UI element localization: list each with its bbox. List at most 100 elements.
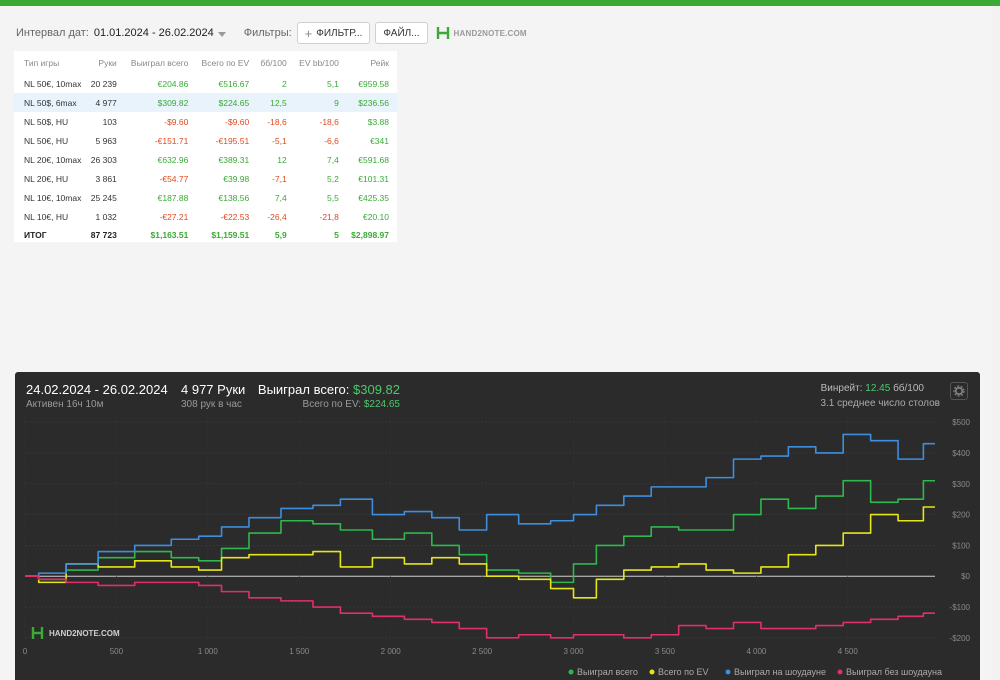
table-header-row: Тип игры Руки Выиграл всего Всего по EV бб/1… [14, 51, 397, 74]
column-header[interactable]: Руки [88, 51, 125, 74]
table-cell-bb100: -7,1 [272, 173, 287, 184]
table-cell-rake: €101.31 [358, 173, 389, 184]
y-tick-label: $500 [952, 418, 970, 427]
table-cell-game: NL 20€, HU [24, 173, 69, 184]
series-line-0 [25, 479, 935, 584]
table-cell-game: NL 50€, HU [24, 135, 69, 146]
table-cell-evbb: 5,2 [327, 173, 339, 184]
table-cell-won: -$9.60 [164, 116, 189, 127]
session-won-total: Выиграл всего: $309.82 [258, 382, 400, 397]
table-cell-hands: 3 861 [95, 173, 117, 184]
legend-label-0: Выиграл всего [577, 667, 638, 677]
table-row[interactable]: NL 20€, 10max 26 303 €632.96 €389.31 12 7,4 €5… [14, 150, 397, 169]
table-cell-rake: $3.88 [367, 116, 389, 127]
table-cell-game: NL 50€, 10max [24, 78, 82, 89]
table-cell-rake: €20.10 [363, 211, 389, 222]
table-cell-won: $309.82 [124, 93, 197, 112]
column-header[interactable]: бб/100 [257, 51, 294, 74]
column-header[interactable]: Тип игры [14, 51, 88, 74]
table-cell-game: NL 10€, HU [24, 211, 69, 222]
table-cell-bb100: 5,9 [274, 229, 287, 240]
table-cell-won: €632.96 [157, 154, 189, 165]
x-tick-label: 4 000 [746, 647, 767, 656]
x-tick-label: 2 500 [472, 647, 493, 656]
add-filter-button[interactable]: + ФИЛЬТР... [296, 22, 371, 44]
table-cell-won: $1,163.51 [150, 229, 189, 240]
table-row[interactable]: NL 10€, HU 1 032 -€27.21 -€22.53 -26,4 -21,8 €… [14, 207, 397, 226]
session-winrate: Винрейт: 12.45 бб/100 [821, 383, 924, 394]
table-cell-game: ИТОГ [24, 229, 47, 240]
chevron-down-icon[interactable] [217, 31, 226, 37]
legend-marker-1 [649, 669, 655, 675]
table-cell-bb100: 12 [277, 154, 287, 165]
table-row[interactable]: NL 20€, HU 3 861 -€54.77 €39.98 -7,1 5,2 €101.… [14, 169, 397, 188]
table-cell-ev: $224.65 [196, 93, 258, 112]
table-cell-bb100: -5,1 [272, 135, 287, 146]
table-row[interactable]: NL 50€, HU 5 963 -€151.71 -€195.51 -5,1 -6,6 €… [14, 131, 397, 150]
table-cell-rake: €341 [370, 135, 389, 146]
legend-marker-3 [837, 669, 843, 675]
series-line-1 [25, 506, 935, 599]
table-cell-evbb: 7,4 [327, 154, 339, 165]
x-tick-label: 2 000 [381, 647, 402, 656]
table-row[interactable]: NL 50$, 6max 4 977 $309.82 $224.65 12,5 9 $236… [14, 93, 397, 112]
interval-select[interactable]: 01.01.2024 - 26.02.2024 [94, 27, 214, 39]
won-label: Выиграл всего: [257, 382, 350, 397]
table-cell-ev: $1,159.51 [211, 229, 250, 240]
table-cell-won: -€27.21 [159, 211, 189, 222]
file-button[interactable]: ФАЙЛ... [375, 22, 428, 44]
table-row[interactable]: NL 10€, 10max 25 245 €187.88 €138.56 7,4 5,5 €… [14, 188, 397, 207]
legend-label-3: Выиграл без шоудауна [846, 667, 942, 677]
column-header[interactable]: Выиграл всего [125, 51, 197, 74]
table-cell-evbb: 5 [334, 229, 339, 240]
session-ev-total: Всего по EV: $224.65 [303, 399, 400, 410]
table-cell-hands: 103 [102, 116, 117, 127]
x-tick-label: 3 500 [655, 647, 676, 656]
table-cell-evbb: 5,1 [327, 78, 339, 89]
session-chart: $500 $400 $300 $200 $100 $0 -$100 -$200 0 500 1 00… [23, 416, 971, 677]
table-cell-game: NL 20€, 10max [24, 154, 82, 165]
table-row[interactable]: NL 50$, HU 103 -$9.60 -$9.60 -18,6 -18,6 $3.88 [14, 112, 397, 131]
hand2note-logo-icon [436, 27, 449, 39]
table-cell-bb100: -18,6 [267, 116, 287, 127]
chart-settings-button[interactable] [950, 382, 968, 400]
column-header[interactable]: Всего по EV [196, 51, 257, 74]
table-cell-evbb: 5,5 [327, 192, 339, 203]
session-hands: 4 977 Руки [181, 382, 246, 397]
won-value: $309.82 [353, 382, 400, 397]
table-cell-won: -€151.71 [154, 135, 189, 146]
table-cell-hands: 26 303 [90, 154, 117, 165]
column-header[interactable]: EV bb/100 [295, 51, 347, 74]
y-tick-label: -$100 [950, 603, 971, 612]
table-cell-bb100: 7,4 [274, 192, 287, 203]
session-tables: 3.1 среднее число столов [820, 398, 940, 409]
table-cell-hands: 25 245 [90, 192, 117, 203]
x-tick-label: 1 000 [198, 647, 219, 656]
session-hands-rate: 308 рук в час [181, 399, 242, 410]
table-cell-game: NL 10€, 10max [24, 192, 82, 203]
table-cell-ev: €138.56 [218, 192, 250, 203]
plus-icon: + [304, 25, 313, 41]
chart-watermark: HAND2NOTE.COM [31, 627, 120, 639]
x-tick-label: 1 500 [289, 647, 310, 656]
table-cell-bb100: 2 [281, 78, 287, 89]
column-header[interactable]: Рейк [347, 51, 397, 74]
table-cell-game: NL 50$, HU [24, 116, 69, 127]
gear-icon [953, 385, 965, 397]
report-card: Интервал дат: 01.01.2024 - 26.02.2024 Фи… [0, 6, 992, 680]
winrate-unit: бб/100 [893, 383, 924, 394]
y-tick-label: $100 [952, 541, 970, 550]
table-cell-hands: 4 977 [87, 93, 125, 112]
table-cell-bb100: 12,5 [257, 93, 295, 112]
x-tick-label: 0 [23, 647, 28, 656]
y-tick-label: $0 [961, 572, 970, 581]
table-row[interactable]: NL 50€, 10max 20 239 €204.86 €516.67 2 5,1 €95… [14, 74, 397, 93]
table-cell-rake: $236.56 [346, 93, 397, 112]
x-tick-label: 4 500 [838, 647, 859, 656]
table-cell-rake: $2,898.97 [351, 229, 389, 240]
table-cell-ev: -€22.53 [220, 211, 250, 222]
logo-text: HAND2NOTE.COM [453, 28, 527, 38]
table-cell-won: -€54.77 [159, 173, 189, 184]
legend-marker-0 [568, 669, 574, 675]
table-total-row[interactable]: ИТОГ 87 723 $1,163.51 $1,159.51 5,9 5 $2,898.9… [14, 226, 397, 243]
